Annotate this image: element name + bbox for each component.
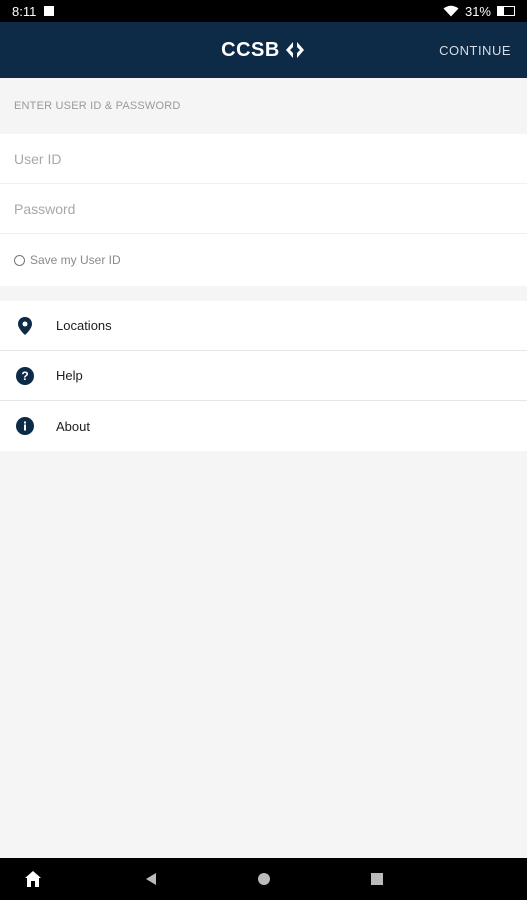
user-id-input[interactable] xyxy=(14,150,513,167)
menu-list: Locations ? Help About xyxy=(0,301,527,451)
logo-mark-icon xyxy=(285,42,304,58)
login-section-title: ENTER USER ID & PASSWORD xyxy=(14,100,181,112)
logo: CCSB xyxy=(221,39,306,62)
menu-item-label: Help xyxy=(56,368,83,383)
help-icon: ? xyxy=(16,366,34,385)
status-bar: 8:11 31% xyxy=(0,0,527,22)
system-nav-bar xyxy=(0,858,527,900)
home-icon[interactable] xyxy=(22,858,44,900)
menu-item-about[interactable]: About xyxy=(0,401,527,451)
save-user-id-label: Save my User ID xyxy=(30,253,121,267)
save-user-id-radio[interactable] xyxy=(14,254,25,266)
status-time: 8:11 xyxy=(12,3,37,19)
info-icon xyxy=(16,417,34,435)
password-input[interactable] xyxy=(14,200,513,217)
back-icon[interactable] xyxy=(140,858,162,900)
notification-icon xyxy=(44,6,55,16)
recents-icon[interactable] xyxy=(366,858,388,900)
logo-text: CCSB xyxy=(221,38,280,61)
wifi-icon xyxy=(443,5,459,17)
password-row xyxy=(0,184,527,234)
battery-percent: 31% xyxy=(464,3,491,19)
continue-button[interactable]: CONTINUE xyxy=(439,22,511,78)
svg-text:?: ? xyxy=(21,369,28,383)
save-user-id-option[interactable]: Save my User ID xyxy=(0,234,527,286)
status-right: 31% xyxy=(443,4,515,19)
user-id-row xyxy=(0,134,527,184)
home-circle-icon[interactable] xyxy=(253,858,275,900)
battery-icon xyxy=(497,6,515,16)
menu-item-help[interactable]: ? Help xyxy=(0,351,527,401)
login-form: Save my User ID xyxy=(0,134,527,286)
location-pin-icon xyxy=(16,316,34,335)
menu-item-label: Locations xyxy=(56,318,112,333)
menu-item-label: About xyxy=(56,418,90,434)
menu-item-locations[interactable]: Locations xyxy=(0,301,527,351)
app-bar: CCSB CONTINUE xyxy=(0,22,527,78)
